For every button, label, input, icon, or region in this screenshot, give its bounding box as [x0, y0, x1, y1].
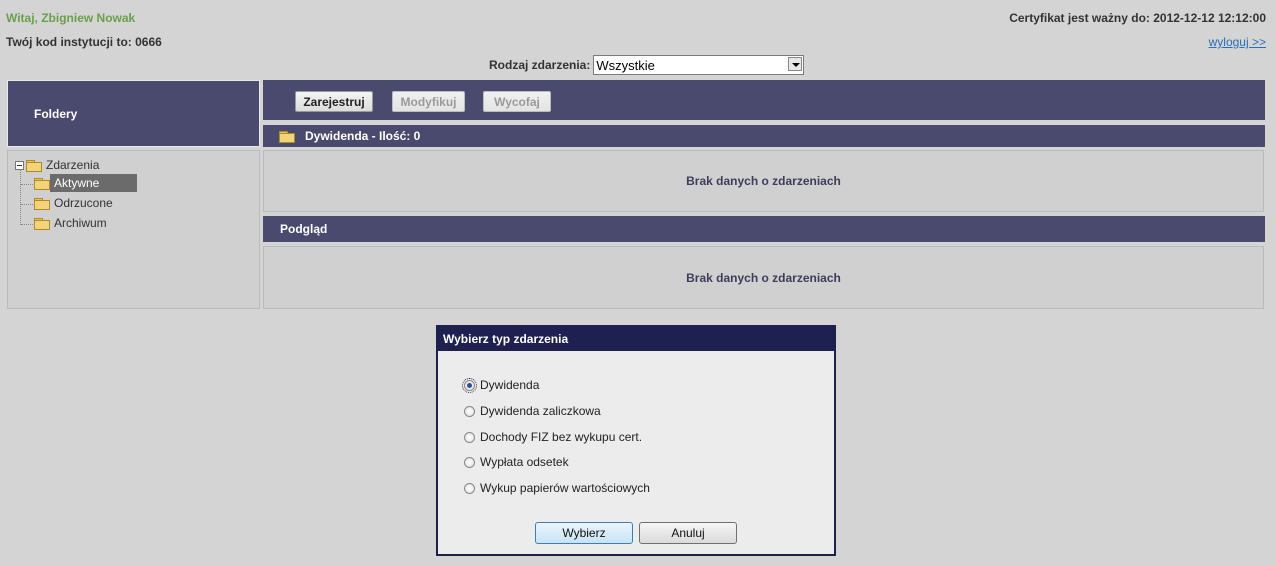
register-button[interactable]: Zarejestruj — [295, 91, 373, 112]
folder-icon — [34, 177, 50, 190]
tree-item-archiwum[interactable]: Archiwum — [34, 214, 111, 232]
radio-icon[interactable] — [464, 431, 475, 443]
list-header-title: Dywidenda - Ilość: 0 — [305, 129, 421, 143]
event-type-select[interactable]: Wszystkie — [593, 55, 805, 75]
folders-title: Foldery — [34, 107, 78, 121]
logout-link[interactable]: wyloguj >> — [1209, 35, 1266, 49]
option-label: Dochody FIZ bez wykupu cert. — [480, 430, 643, 444]
folder-tree: Zdarzenia Aktywne Odrzucone Archiwum — [7, 150, 260, 309]
list-header: Dywidenda - Ilość: 0 — [263, 125, 1265, 147]
withdraw-button[interactable]: Wycofaj — [483, 91, 551, 112]
dialog-title: Wybierz typ zdarzenia — [438, 327, 834, 351]
option-dywidenda[interactable]: Dywidenda — [462, 377, 540, 393]
certificate-validity: Certyfikat jest ważny do: 2012-12-12 12:… — [1009, 11, 1266, 25]
folder-icon — [34, 197, 50, 210]
option-dywidenda-zaliczkowa[interactable]: Dywidenda zaliczkowa — [464, 404, 601, 418]
list-content: Brak danych o zdarzeniach — [263, 150, 1264, 212]
folder-icon — [26, 159, 42, 172]
tree-item-odrzucone[interactable]: Odrzucone — [34, 194, 117, 212]
institution-label: Twój kod instytucji to: — [6, 35, 132, 49]
preview-title: Podgląd — [280, 222, 328, 236]
preview-empty-message: Brak danych o zdarzeniach — [686, 270, 841, 285]
greeting-text: Witaj, Zbigniew Nowak — [6, 11, 136, 25]
modify-button[interactable]: Modyfikuj — [392, 91, 465, 112]
option-label: Dywidenda — [480, 378, 540, 392]
institution-code-line: Twój kod instytucji to: 0666 — [6, 35, 162, 49]
option-wykup-papierow[interactable]: Wykup papierów wartościowych — [464, 481, 650, 495]
tree-root-label: Zdarzenia — [46, 158, 100, 172]
tree-item-label: Archiwum — [54, 216, 107, 230]
choose-button[interactable]: Wybierz — [535, 522, 633, 544]
radio-icon[interactable] — [464, 405, 475, 417]
preview-content: Brak danych o zdarzeniach — [263, 246, 1264, 309]
event-type-label: Rodzaj zdarzenia: — [489, 58, 591, 72]
select-event-type-dialog: Wybierz typ zdarzenia Dywidenda Dywidend… — [436, 325, 836, 556]
event-type-value: Wszystkie — [596, 57, 655, 73]
radio-icon[interactable] — [464, 482, 475, 494]
option-label: Wykup papierów wartościowych — [480, 481, 650, 495]
option-label: Dywidenda zaliczkowa — [480, 404, 601, 418]
institution-code: 0666 — [135, 35, 162, 49]
chevron-down-icon[interactable] — [788, 57, 803, 71]
collapse-icon[interactable] — [15, 160, 24, 170]
option-wyplata-odsetek[interactable]: Wypłata odsetek — [464, 455, 569, 469]
tree-item-label: Aktywne — [50, 174, 137, 192]
tree-root-zdarzenia[interactable]: Zdarzenia — [15, 156, 103, 174]
option-dochody-fiz[interactable]: Dochody FIZ bez wykupu cert. — [464, 430, 642, 444]
radio-icon[interactable] — [464, 456, 475, 468]
folder-icon — [34, 217, 50, 230]
preview-header: Podgląd — [263, 216, 1265, 242]
tree-item-aktywne[interactable]: Aktywne — [34, 174, 137, 192]
toolbar: Zarejestruj Modyfikuj Wycofaj — [263, 80, 1265, 120]
list-empty-message: Brak danych o zdarzeniach — [686, 174, 841, 188]
folders-header: Foldery — [7, 80, 260, 147]
tree-item-label: Odrzucone — [54, 196, 113, 210]
event-type-filter: Rodzaj zdarzenia: Wszystkie — [489, 55, 805, 75]
cancel-button[interactable]: Anuluj — [639, 522, 737, 544]
radio-selected-icon[interactable] — [462, 377, 477, 393]
option-label: Wypłata odsetek — [480, 455, 569, 469]
folder-icon — [279, 130, 295, 143]
